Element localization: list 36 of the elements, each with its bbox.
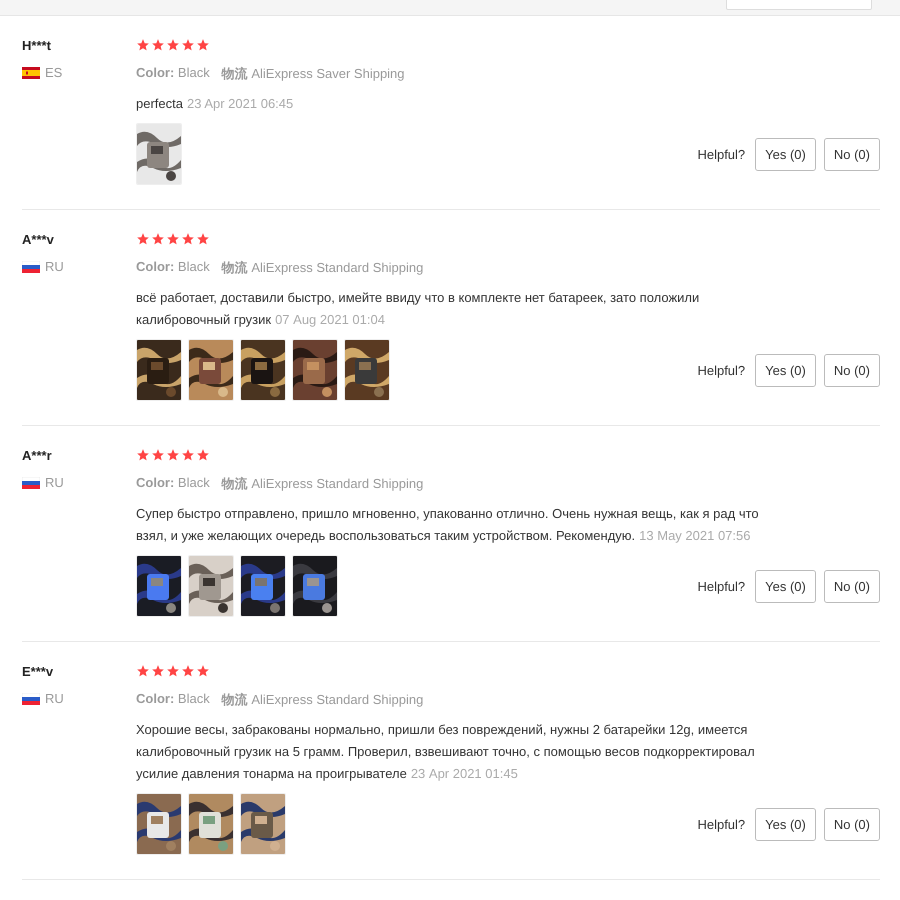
helpful-label: Helpful? [697, 146, 746, 162]
yes-button[interactable]: Yes (0) [755, 138, 816, 170]
reviewer-name: A***r [22, 448, 52, 463]
review-text: Хорошие весы, забракованы нормально, пришли без повреждений, нужны 2 батарейки 12g, имеется калибровочный грузик на 5 грамм. Проверил, взвешивают точно, с помощью весов подкорректировал усилие давления тонарма на проигрывателе 23 Apr 2021 01:45 [136, 721, 756, 783]
yes-button[interactable]: Yes (0) [755, 570, 816, 602]
reviewer-name: E***v [22, 664, 54, 679]
review-text: Супер быстро отправлено, пришло мгновенно, упакованно отлично. Очень нужная вещь, как я рад что взял, и уже желающих очередь воспользоваться таким устройством. Рекомендую. 13 May 2021 07:56 [136, 505, 760, 545]
flag-icon [22, 66, 40, 78]
yes-button[interactable]: Yes (0) [755, 354, 816, 386]
country-code: RU [45, 475, 64, 490]
flag-icon [22, 260, 40, 272]
flag-icon [22, 476, 40, 488]
no-button[interactable]: No (0) [824, 354, 880, 386]
helpful-label: Helpful? [697, 362, 746, 378]
reviewer-name: H***t [22, 38, 51, 53]
yes-button[interactable]: Yes (0) [755, 808, 816, 840]
shipping-info: 物流 AliExpress Standard Shipping [222, 475, 424, 493]
country-code: RU [45, 259, 64, 274]
flag-icon [22, 692, 40, 704]
shipping-info: 物流 AliExpress Standard Shipping [222, 259, 424, 277]
no-button[interactable]: No (0) [824, 138, 880, 170]
shipping-info: 物流 AliExpress Saver Shipping [222, 65, 405, 83]
helpful-label: Helpful? [697, 578, 746, 594]
country-code: RU [45, 691, 64, 706]
no-button[interactable]: No (0) [824, 570, 880, 602]
helpful-label: Helpful? [697, 816, 746, 832]
review-text: всё работает, доставили быстро, имейте ввиду что в комплекте нет батареек, зато положили калибровочный грузик 07 Aug 2021 01:04 [136, 289, 700, 329]
color-info: Color: Black [136, 691, 210, 708]
country-code: ES [45, 65, 62, 80]
review-text: perfecta 23 Apr 2021 06:45 [136, 95, 294, 113]
reviewer-name: A***v [22, 232, 54, 247]
shipping-info: 物流 AliExpress Standard Shipping [222, 691, 424, 709]
no-button[interactable]: No (0) [824, 808, 880, 840]
color-info: Color: Black [136, 475, 210, 492]
color-info: Color: Black [136, 259, 210, 276]
color-info: Color: Black [136, 65, 210, 82]
